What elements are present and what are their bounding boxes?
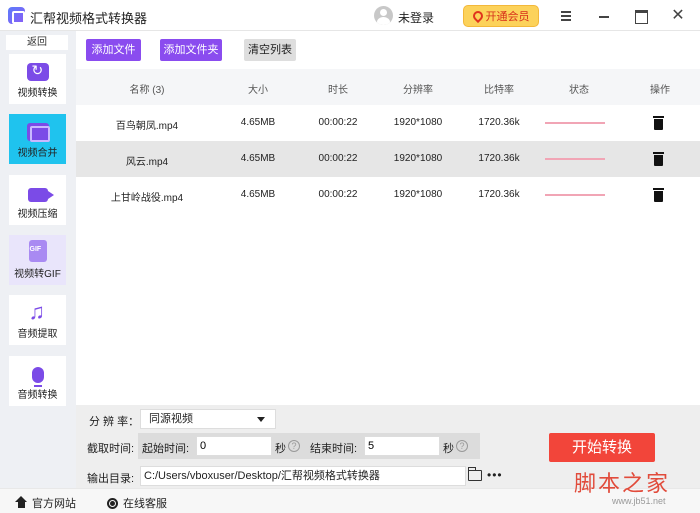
help-icon[interactable]: ?: [288, 440, 300, 452]
header-duration: 时长: [328, 85, 348, 96]
output-path-field[interactable]: C:/Users/vboxuser/Desktop/汇帮视频格式转换器: [140, 466, 466, 486]
menu-icon[interactable]: [558, 8, 574, 24]
app-logo-icon: [8, 7, 25, 24]
trash-icon[interactable]: [653, 116, 664, 130]
header-resolution: 分辨率: [403, 85, 433, 96]
header-name: 名称 (3): [129, 85, 165, 96]
microphone-icon: [31, 367, 44, 387]
help-icon[interactable]: ?: [456, 440, 468, 452]
trash-icon[interactable]: [653, 188, 664, 202]
vip-label: 开通会员: [485, 11, 530, 23]
sidebar: 返回 视频转换 视频合并 视频压缩 视频转GIF 音频提取 音频转换: [0, 31, 76, 488]
user-avatar-icon[interactable]: [374, 6, 393, 25]
file-duration: 00:00:22: [318, 117, 358, 128]
minimize-icon[interactable]: [596, 8, 612, 24]
file-name: 百鸟朝凤.mp4: [115, 121, 179, 132]
watermark: 脚本之家 www.jb51.net: [560, 466, 700, 513]
back-button[interactable]: 返回: [6, 35, 68, 50]
end-time-input[interactable]: [364, 436, 440, 456]
start-unit: 秒: [275, 443, 286, 455]
file-resolution: 1920*1080: [393, 153, 443, 164]
end-time-label: 结束时间:: [310, 443, 358, 455]
gif-icon: [28, 240, 47, 262]
file-size: 4.65MB: [240, 117, 276, 128]
table-row[interactable]: 百鸟朝凤.mp4 4.65MB 00:00:22 1920*1080 1720.…: [76, 105, 700, 141]
close-icon[interactable]: ✕: [670, 8, 686, 24]
add-file-button[interactable]: 添加文件: [86, 39, 141, 61]
home-icon: [15, 495, 27, 509]
official-website-label: 官方网站: [32, 498, 76, 510]
file-resolution: 1920*1080: [393, 189, 443, 200]
vip-button[interactable]: 开通会员: [463, 5, 539, 27]
video-compress-icon: [27, 188, 54, 202]
file-table: 名称 (3) 大小 时长 分辨率 比特率 状态 操作 百鸟朝凤.mp4 4.65…: [76, 69, 700, 213]
file-resolution: 1920*1080: [393, 117, 443, 128]
login-link[interactable]: 未登录: [398, 9, 434, 26]
online-service-link[interactable]: 在线客服: [107, 495, 167, 511]
trash-icon[interactable]: [653, 152, 664, 166]
music-note-icon: [27, 299, 49, 325]
header-bitrate: 比特率: [484, 85, 514, 96]
output-dir-label: 输出目录:: [87, 473, 135, 485]
status-progress-bar: [545, 158, 605, 160]
table-header: 名称 (3) 大小 时长 分辨率 比特率 状态 操作: [76, 69, 700, 105]
more-options-icon[interactable]: •••: [487, 468, 503, 482]
header-action: 操作: [650, 85, 670, 96]
caret-down-icon: [257, 417, 265, 422]
end-unit: 秒: [443, 443, 454, 455]
vip-heart-icon: [470, 8, 485, 24]
file-duration: 00:00:22: [318, 189, 358, 200]
official-website-link[interactable]: 官方网站: [15, 495, 76, 511]
start-convert-button[interactable]: 开始转换: [549, 433, 655, 462]
sidebar-item-video-to-gif[interactable]: 视频转GIF: [9, 235, 66, 285]
sidebar-item-label: 视频转换: [17, 88, 58, 99]
file-bitrate: 1720.36k: [478, 117, 520, 128]
customer-service-icon: [107, 497, 118, 509]
start-time-label: 起始时间:: [142, 443, 190, 455]
maximize-icon[interactable]: [633, 8, 649, 24]
file-bitrate: 1720.36k: [478, 189, 520, 200]
file-name: 风云.mp4: [125, 157, 169, 168]
video-merge-icon: [26, 123, 50, 142]
resolution-label: 分 辨 率：: [89, 416, 140, 428]
sidebar-item-label: 视频合并: [17, 148, 58, 159]
sidebar-item-audio-extract[interactable]: 音频提取: [9, 295, 66, 345]
resolution-select[interactable]: 同源视频: [140, 409, 276, 429]
status-progress-bar: [545, 122, 605, 124]
clear-list-button[interactable]: 清空列表: [244, 39, 296, 61]
sidebar-item-label: 音频转换: [17, 390, 58, 401]
file-size: 4.65MB: [240, 189, 276, 200]
file-size: 4.65MB: [240, 153, 276, 164]
sidebar-item-audio-convert[interactable]: 音频转换: [9, 356, 66, 406]
status-progress-bar: [545, 194, 605, 196]
title-bar: 汇帮视频格式转换器 未登录 开通会员 ✕: [0, 0, 700, 31]
file-duration: 00:00:22: [318, 153, 358, 164]
toolbar: 添加文件 添加文件夹 清空列表: [76, 31, 700, 69]
video-convert-icon: [26, 62, 49, 81]
online-service-label: 在线客服: [123, 498, 167, 510]
folder-icon[interactable]: [468, 467, 482, 481]
sidebar-item-label: 音频提取: [17, 329, 58, 340]
header-size: 大小: [248, 85, 268, 96]
add-folder-button[interactable]: 添加文件夹: [160, 39, 222, 61]
table-row[interactable]: 风云.mp4 4.65MB 00:00:22 1920*1080 1720.36…: [76, 141, 700, 177]
sidebar-item-video-merge[interactable]: 视频合并: [9, 114, 66, 164]
clip-time-label: 截取时间:: [87, 443, 135, 455]
file-name: 上甘岭战役.mp4: [110, 193, 184, 204]
sidebar-item-label: 视频转GIF: [14, 269, 61, 280]
sidebar-item-video-convert[interactable]: 视频转换: [9, 54, 66, 104]
sidebar-item-label: 视频压缩: [17, 209, 58, 220]
table-row[interactable]: 上甘岭战役.mp4 4.65MB 00:00:22 1920*1080 1720…: [76, 177, 700, 213]
watermark-url: www.jb51.net: [612, 496, 666, 506]
resolution-value: 同源视频: [149, 413, 193, 425]
start-time-input[interactable]: [196, 436, 272, 456]
clip-time-group: 起始时间: 秒 ? 结束时间: 秒 ?: [138, 433, 480, 459]
app-title: 汇帮视频格式转换器: [30, 11, 148, 26]
watermark-text: 脚本之家: [574, 472, 671, 497]
sidebar-item-video-compress[interactable]: 视频压缩: [9, 175, 66, 225]
file-bitrate: 1720.36k: [478, 153, 520, 164]
header-status: 状态: [569, 85, 589, 96]
